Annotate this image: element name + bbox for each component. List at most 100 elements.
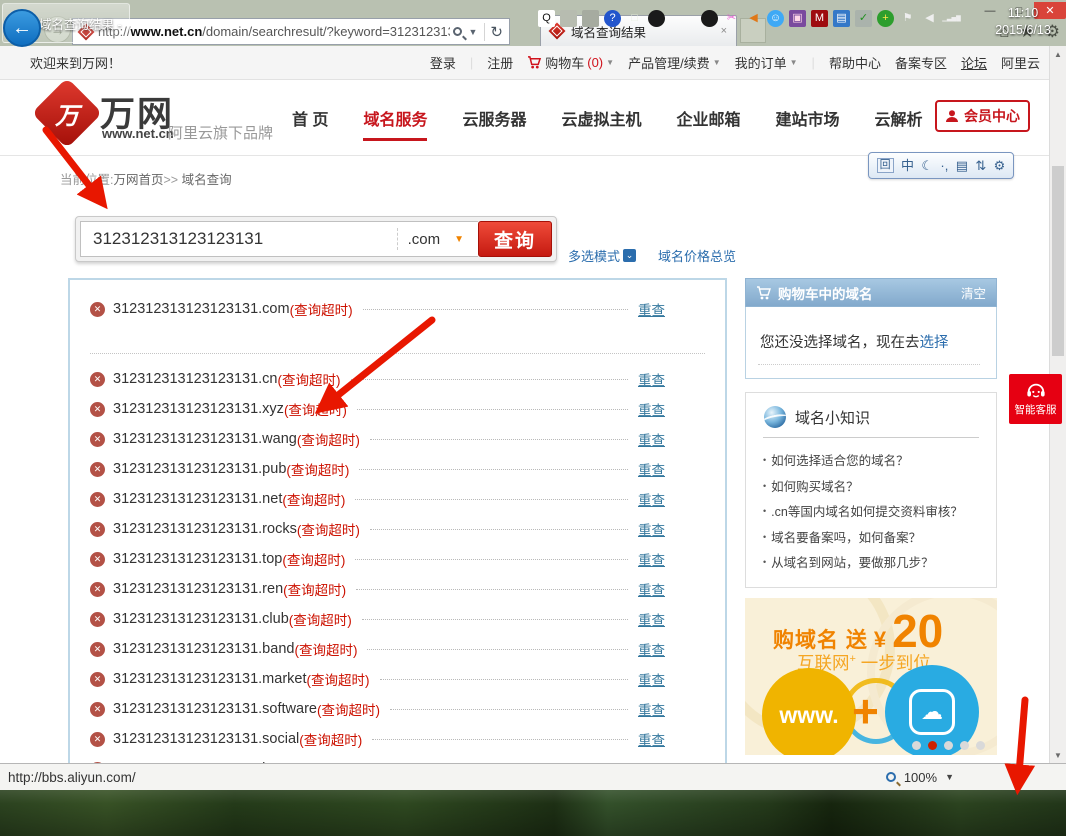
recheck-link[interactable]: 重查 [638, 299, 665, 319]
recheck-link[interactable]: 重查 [638, 669, 665, 689]
search-submit-button[interactable]: 查询 [478, 221, 552, 257]
qq-icon[interactable] [701, 10, 718, 27]
ime-language-bar[interactable]: 回中 ☾ ·, ▤ ⇅ ⚙ [868, 152, 1014, 179]
breadcrumb-home[interactable]: 万网首页 [113, 173, 163, 187]
price-overview-link[interactable]: 域名价格总览 [658, 246, 736, 265]
search-field[interactable]: .com ▼ [80, 221, 478, 257]
audio-orange-icon[interactable]: ◀ [745, 10, 762, 27]
messenger-face-icon[interactable]: ☺ [767, 10, 784, 27]
knowledge-item[interactable]: .cn等国内域名如何提交资料审核？ [763, 499, 984, 525]
chevron-down-icon: ▼ [606, 58, 614, 67]
recheck-link[interactable]: 重查 [638, 729, 665, 749]
recheck-link[interactable]: 重查 [638, 519, 665, 539]
cart-select-link[interactable]: 选择 [920, 335, 949, 351]
soft-keyboard-icon[interactable]: ▤ [956, 159, 968, 172]
window-preview-icon[interactable] [582, 10, 599, 27]
carousel-dot[interactable] [912, 741, 921, 750]
cart-clear-link[interactable]: 清空 [961, 283, 986, 302]
tld-caret-icon[interactable]: ▼ [454, 234, 464, 245]
window-preview-icon[interactable] [560, 10, 577, 27]
zoom-level[interactable]: 100% [904, 770, 937, 785]
topbar-link[interactable]: 购物车(0)▼ [527, 53, 614, 72]
refresh-icon[interactable]: ↻ [490, 23, 503, 41]
promo-banner[interactable]: 购域名 送¥20 互联网+ 一步到位 www. + ☁ [745, 598, 997, 755]
knowledge-item[interactable]: 如何选择适合您的域名？ [763, 448, 984, 474]
carousel-dot[interactable] [976, 741, 985, 750]
wanwang-logo-icon[interactable]: 万 [32, 78, 103, 149]
topbar-link[interactable]: 论坛 [961, 53, 987, 72]
recheck-link[interactable]: 重查 [638, 609, 665, 629]
nav-item-首页[interactable]: 首 页 [292, 106, 328, 141]
volume-icon[interactable]: ◀ [921, 10, 938, 27]
nav-item-建站市场[interactable]: 建站市场 [776, 106, 840, 141]
domain-search-input[interactable] [81, 229, 397, 249]
result-status: (查询超时) [297, 519, 360, 539]
fullwidth-moon-icon[interactable]: ☾ [921, 159, 933, 172]
recheck-link[interactable]: 重查 [638, 639, 665, 659]
knowledge-item[interactable]: 如何购买域名？ [763, 474, 984, 500]
address-dropdown-icon[interactable]: ▼ [469, 27, 478, 37]
plus-sign: + [852, 684, 879, 738]
back-button[interactable]: ← [3, 9, 41, 47]
media-tv-icon[interactable]: ▣ [789, 10, 806, 27]
result-row: ✕312312313123123131.band(查询超时)重查 [70, 634, 725, 664]
knowledge-item[interactable]: 从域名到网站，要做那几步？ [763, 550, 984, 576]
zoom-control[interactable]: 100% ▼ [886, 770, 954, 785]
topbar-link[interactable]: 产品管理/续费▼ [628, 53, 721, 72]
url-text[interactable]: http://www.net.cn/domain/searchresult/?k… [98, 24, 450, 39]
topbar-link[interactable]: 我的订单▼ [735, 53, 798, 72]
recheck-link[interactable]: 重查 [638, 459, 665, 479]
topbar-link[interactable]: 帮助中心 [829, 53, 881, 72]
recheck-link[interactable]: 重查 [638, 699, 665, 719]
nav-item-云服务器[interactable]: 云服务器 [462, 106, 526, 141]
punctuation-icon[interactable]: ·, [940, 159, 948, 172]
zoom-caret-icon[interactable]: ▼ [945, 772, 954, 782]
recheck-link[interactable]: 重查 [638, 579, 665, 599]
topbar-link[interactable]: 备案专区 [895, 53, 947, 72]
scroll-up-icon[interactable]: ▲ [1050, 46, 1066, 62]
adobe-icon[interactable]: M [811, 10, 828, 27]
usb-eject-icon[interactable]: ✓ [855, 10, 872, 27]
toolbar-move-icon[interactable]: ⇅ [975, 159, 986, 172]
nav-item-云虚拟主机[interactable]: 云虚拟主机 [561, 106, 641, 141]
ime-settings-icon[interactable]: ⚙ [994, 159, 1006, 172]
carousel-dot[interactable] [944, 741, 953, 750]
member-center-button[interactable]: 会员中心 [935, 100, 1030, 132]
recheck-link[interactable]: 重查 [638, 369, 665, 389]
recheck-link[interactable]: 重查 [638, 429, 665, 449]
action-center-flag-icon[interactable]: ⚑ [899, 10, 916, 27]
scroll-thumb[interactable] [1052, 166, 1064, 356]
topbar-link[interactable]: 注册 [487, 53, 513, 72]
scroll-down-icon[interactable]: ▼ [1050, 747, 1066, 763]
recheck-link[interactable]: 重查 [638, 399, 665, 419]
topbar-link[interactable]: 阿里云 [1001, 53, 1040, 72]
tld-select-value[interactable]: .com [398, 231, 455, 248]
help-icon[interactable]: ? [604, 10, 621, 27]
quick-launch-q-icon[interactable]: Q [538, 10, 555, 27]
chinese-mode-icon[interactable]: 中 [901, 159, 914, 172]
antivirus-shield-icon[interactable]: + [877, 10, 894, 27]
knowledge-item[interactable]: 域名要备案吗，如何备案？ [763, 525, 984, 551]
nav-item-域名服务[interactable]: 域名服务 [363, 106, 427, 141]
restore-window-icon[interactable]: □ [626, 10, 643, 27]
multi-mode-link[interactable]: 多选模式⌄ [568, 246, 636, 265]
knowledge-panel: 域名小知识 如何选择适合您的域名？如何购买域名？.cn等国内域名如何提交资料审核… [745, 392, 997, 588]
ime-tray-icon[interactable]: ▤ [833, 10, 850, 27]
carousel-dot[interactable] [928, 741, 937, 750]
topbar-link-label: 备案专区 [895, 53, 947, 72]
taskbar-clock[interactable]: 11:10 2015/6/13 [984, 5, 1062, 39]
recheck-link[interactable]: 重查 [638, 489, 665, 509]
nav-item-企业邮箱[interactable]: 企业邮箱 [677, 106, 741, 141]
recheck-link[interactable]: 重查 [638, 549, 665, 569]
address-bar[interactable]: http://www.net.cn/domain/searchresult/?k… [72, 18, 510, 45]
carousel-dot[interactable] [960, 741, 969, 750]
topbar-link[interactable]: 登录 [430, 53, 456, 72]
network-bars-icon[interactable]: ▁▃▅▇ [943, 10, 960, 27]
clipper-icon[interactable]: ✂ [723, 10, 740, 27]
nav-item-云解析[interactable]: 云解析 [875, 106, 923, 141]
qq-pet-icon[interactable] [648, 10, 665, 27]
search-icon[interactable] [453, 27, 462, 36]
smart-service-button[interactable]: 智能客服 [1009, 374, 1062, 424]
zoom-magnifier-icon[interactable] [886, 772, 896, 782]
ime-brand-icon[interactable]: 回 [877, 158, 894, 173]
